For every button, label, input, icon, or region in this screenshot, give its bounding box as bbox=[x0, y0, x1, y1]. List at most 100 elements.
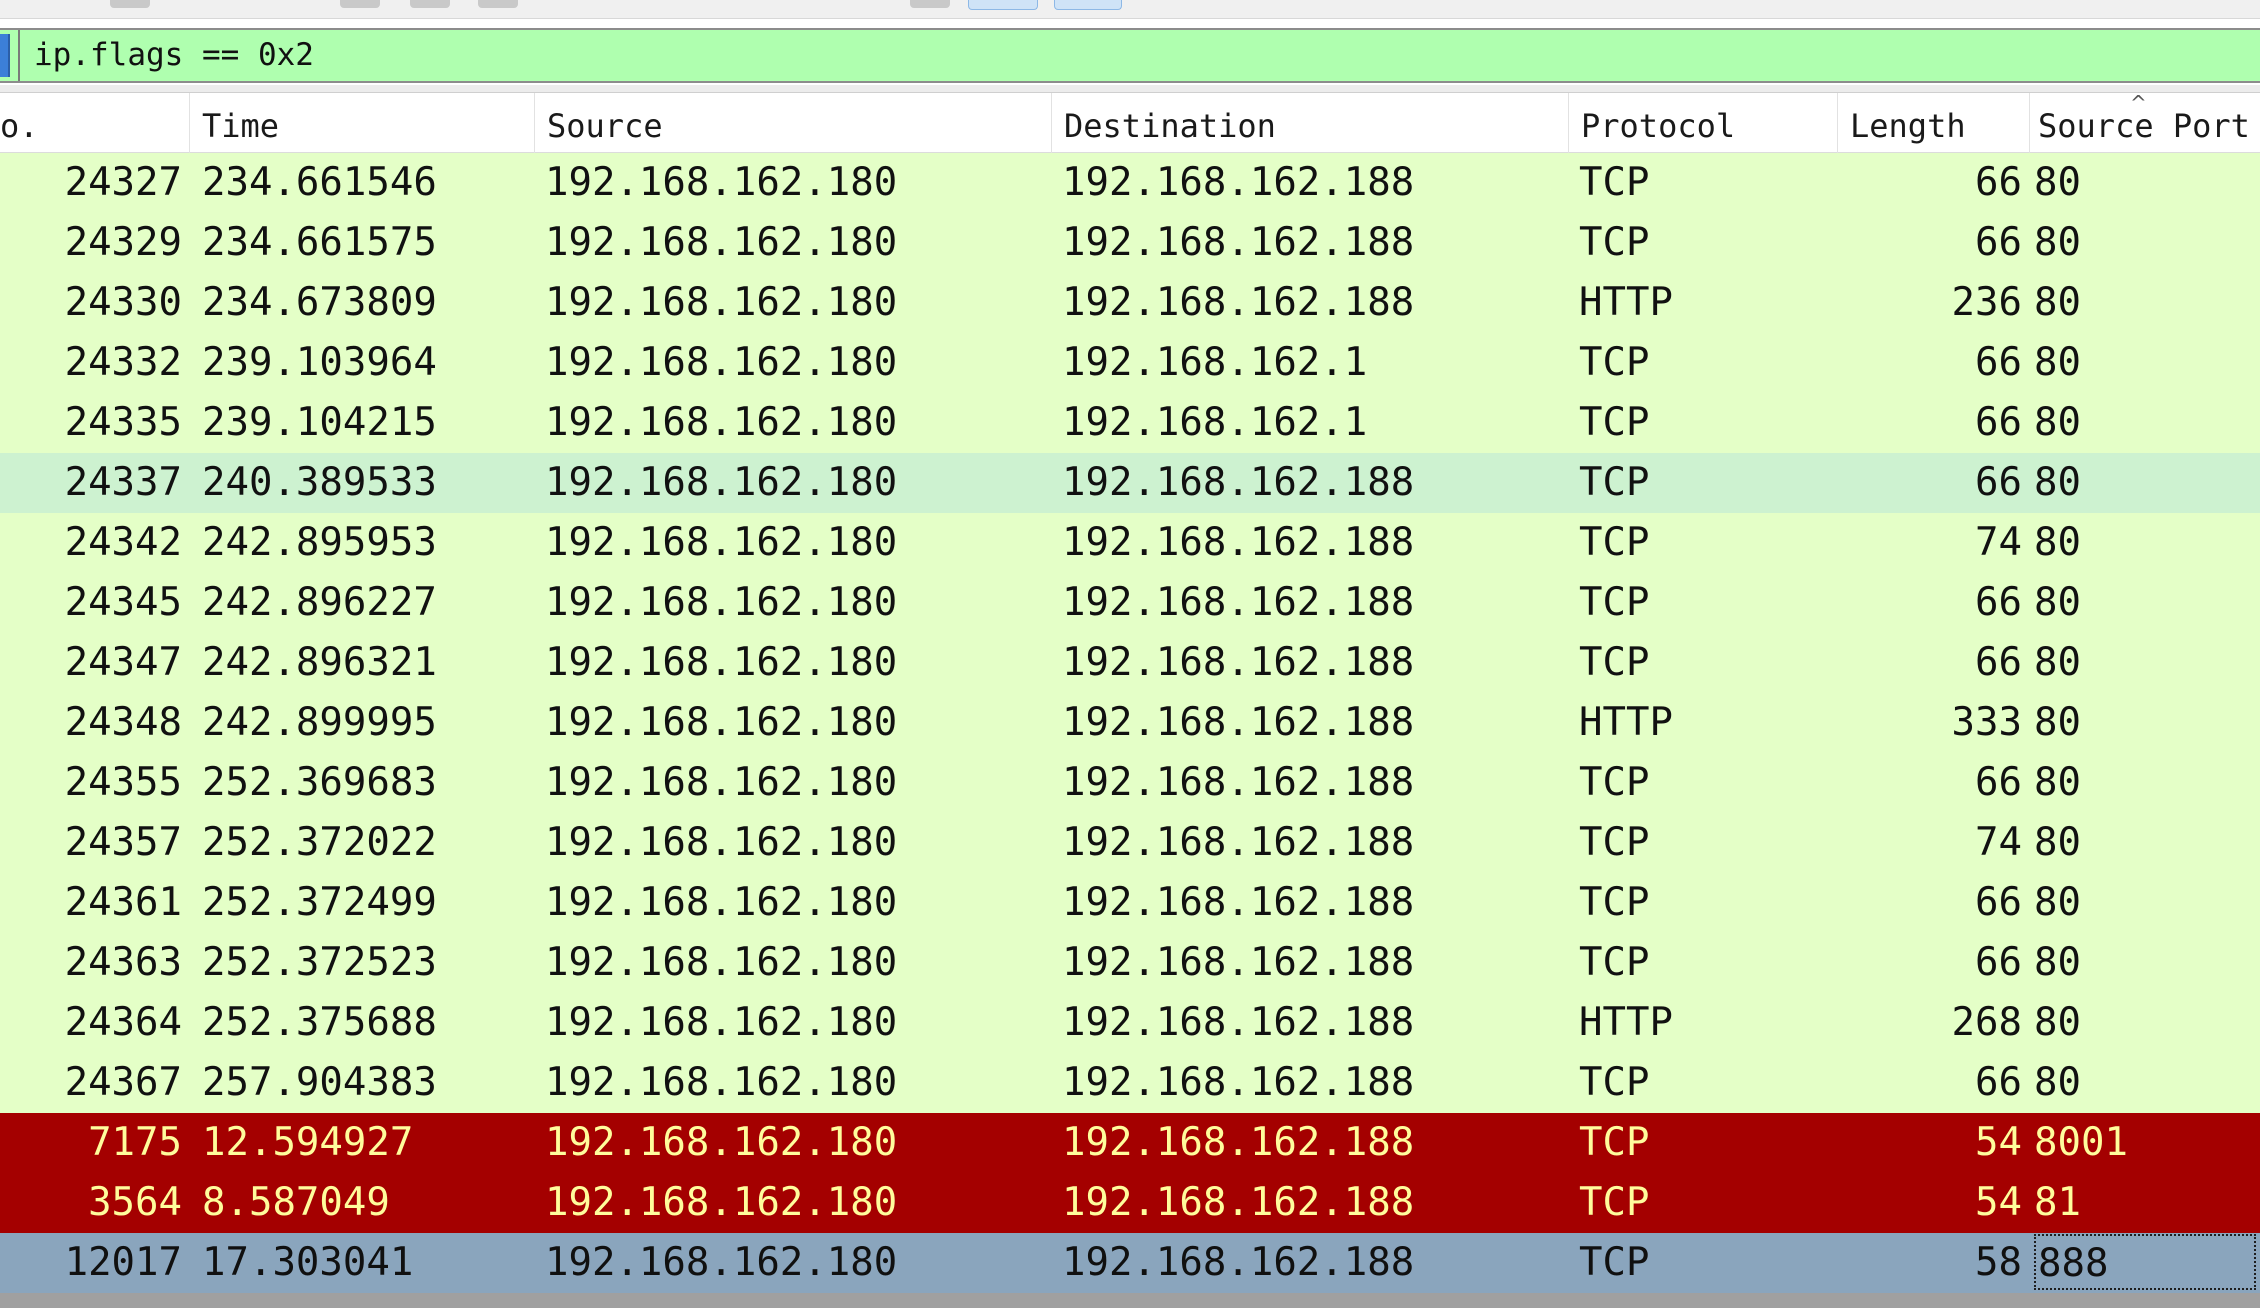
packet-time: 242.899995 bbox=[202, 700, 437, 745]
packet-length: 66 bbox=[1975, 760, 2022, 805]
packet-number: 24355 bbox=[64, 760, 182, 805]
packet-source-port: 80 bbox=[2034, 880, 2081, 925]
packet-list: 24327 234.661546 192.168.162.180 192.168.16… bbox=[0, 153, 2260, 1308]
toolbar-button-active[interactable] bbox=[1054, 0, 1122, 10]
packet-number: 24347 bbox=[64, 640, 182, 685]
packet-destination: 192.168.162.188 bbox=[1062, 580, 1415, 625]
packet-time: 239.104215 bbox=[202, 400, 437, 445]
packet-protocol: TCP bbox=[1579, 640, 1650, 685]
column-header-protocol[interactable]: Protocol bbox=[1569, 93, 1838, 153]
packet-protocol: TCP bbox=[1579, 460, 1650, 505]
column-header-source[interactable]: Source bbox=[535, 93, 1052, 153]
packet-row[interactable]: 12017 17.303041 192.168.162.180 192.168.162… bbox=[0, 1233, 2260, 1293]
packet-protocol: TCP bbox=[1579, 1240, 1650, 1285]
packet-length: 66 bbox=[1975, 580, 2022, 625]
packet-source-port: 8001 bbox=[2034, 1120, 2128, 1165]
toolbar-button[interactable] bbox=[910, 0, 950, 8]
wireshark-window: o. Time Source Destination Protocol Leng… bbox=[0, 0, 2260, 1308]
packet-source: 192.168.162.180 bbox=[545, 820, 898, 865]
packet-time: 242.895953 bbox=[202, 520, 437, 565]
pane-splitter[interactable] bbox=[0, 85, 2260, 93]
packet-row[interactable]: 24335 239.104215 192.168.162.180 192.168.16… bbox=[0, 393, 2260, 453]
packet-protocol: TCP bbox=[1579, 340, 1650, 385]
toolbar-button[interactable] bbox=[478, 0, 518, 8]
packet-row[interactable]: 24347 242.896321 192.168.162.180 192.168.16… bbox=[0, 633, 2260, 693]
packet-destination: 192.168.162.188 bbox=[1062, 220, 1415, 265]
packet-time: 242.896321 bbox=[202, 640, 437, 685]
packet-number: 24367 bbox=[64, 1060, 182, 1105]
packet-row[interactable]: 24367 257.904383 192.168.162.180 192.168.16… bbox=[0, 1053, 2260, 1113]
packet-row[interactable]: 24361 252.372499 192.168.162.180 192.168.16… bbox=[0, 873, 2260, 933]
packet-row[interactable]: 24345 242.896227 192.168.162.180 192.168.16… bbox=[0, 573, 2260, 633]
packet-protocol: TCP bbox=[1579, 580, 1650, 625]
packet-protocol: TCP bbox=[1579, 940, 1650, 985]
packet-time: 252.369683 bbox=[202, 760, 437, 805]
column-header-length[interactable]: Length bbox=[1838, 93, 2030, 153]
bookmark-icon[interactable] bbox=[0, 34, 10, 77]
packet-time: 252.372499 bbox=[202, 880, 437, 925]
packet-source-port: 80 bbox=[2034, 1000, 2081, 1045]
packet-row[interactable]: 24348 242.899995 192.168.162.180 192.168.16… bbox=[0, 693, 2260, 753]
packet-time: 234.661546 bbox=[202, 160, 437, 205]
packet-source-port: 80 bbox=[2034, 640, 2081, 685]
packet-row[interactable]: 24364 252.375688 192.168.162.180 192.168.16… bbox=[0, 993, 2260, 1053]
packet-protocol: TCP bbox=[1579, 820, 1650, 865]
packet-destination: 192.168.162.188 bbox=[1062, 1060, 1415, 1105]
packet-source-port: 80 bbox=[2034, 820, 2081, 865]
packet-protocol: TCP bbox=[1579, 760, 1650, 805]
packet-source-port: 80 bbox=[2034, 160, 2081, 205]
packet-row[interactable]: 7175 12.594927 192.168.162.180 192.168.162.… bbox=[0, 1113, 2260, 1173]
packet-protocol: HTTP bbox=[1579, 700, 1673, 745]
packet-length: 66 bbox=[1975, 400, 2022, 445]
packet-length: 66 bbox=[1975, 220, 2022, 265]
packet-destination: 192.168.162.188 bbox=[1062, 940, 1415, 985]
packet-row[interactable]: 24357 252.372022 192.168.162.180 192.168.16… bbox=[0, 813, 2260, 873]
toolbar-button[interactable] bbox=[340, 0, 380, 8]
packet-source: 192.168.162.180 bbox=[545, 460, 898, 505]
packet-source: 192.168.162.180 bbox=[545, 280, 898, 325]
packet-row[interactable]: 24332 239.103964 192.168.162.180 192.168.16… bbox=[0, 333, 2260, 393]
packet-time: 242.896227 bbox=[202, 580, 437, 625]
packet-source-port: 80 bbox=[2034, 220, 2081, 265]
packet-row[interactable]: 24355 252.369683 192.168.162.180 192.168.16… bbox=[0, 753, 2260, 813]
toolbar-button[interactable] bbox=[110, 0, 150, 8]
packet-protocol: TCP bbox=[1579, 1120, 1650, 1165]
packet-length: 74 bbox=[1975, 820, 2022, 865]
display-filter-input[interactable] bbox=[20, 30, 2250, 81]
packet-row[interactable]: 24329 234.661575 192.168.162.180 192.168.16… bbox=[0, 213, 2260, 273]
sort-ascending-icon: ^ bbox=[2130, 91, 2147, 115]
toolbar-button-active[interactable] bbox=[968, 0, 1038, 10]
packet-row[interactable]: 24330 234.673809 192.168.162.180 192.168.16… bbox=[0, 273, 2260, 333]
packet-number: 24335 bbox=[64, 400, 182, 445]
packet-source-port: 80 bbox=[2034, 520, 2081, 565]
packet-row[interactable]: 24342 242.895953 192.168.162.180 192.168.16… bbox=[0, 513, 2260, 573]
packet-length: 74 bbox=[1975, 520, 2022, 565]
packet-row[interactable]: 3564 8.587049 192.168.162.180 192.168.162.1… bbox=[0, 1173, 2260, 1233]
packet-length: 58 bbox=[1975, 1240, 2022, 1285]
packet-destination: 192.168.162.188 bbox=[1062, 1120, 1415, 1165]
toolbar-button[interactable] bbox=[410, 0, 450, 8]
packet-length: 333 bbox=[1951, 700, 2022, 745]
packet-source: 192.168.162.180 bbox=[545, 1000, 898, 1045]
focused-cell[interactable]: 888 bbox=[2034, 1234, 2256, 1290]
packet-time: 239.103964 bbox=[202, 340, 437, 385]
column-header-time[interactable]: Time bbox=[190, 93, 535, 153]
column-header-no[interactable]: o. bbox=[0, 93, 190, 153]
packet-row[interactable]: 24363 252.372523 192.168.162.180 192.168.16… bbox=[0, 933, 2260, 993]
packet-destination: 192.168.162.188 bbox=[1062, 640, 1415, 685]
column-header-destination[interactable]: Destination bbox=[1052, 93, 1569, 153]
packet-row[interactable]: 24327 234.661546 192.168.162.180 192.168.16… bbox=[0, 153, 2260, 213]
packet-time: 240.389533 bbox=[202, 460, 437, 505]
packet-row[interactable]: 24337 240.389533 192.168.162.180 192.168.16… bbox=[0, 453, 2260, 513]
packet-row-partial[interactable] bbox=[0, 1293, 2260, 1308]
packet-protocol: HTTP bbox=[1579, 280, 1673, 325]
packet-number: 24345 bbox=[64, 580, 182, 625]
packet-destination: 192.168.162.188 bbox=[1062, 820, 1415, 865]
packet-number: 24327 bbox=[64, 160, 182, 205]
packet-source-port: 80 bbox=[2034, 400, 2081, 445]
packet-destination: 192.168.162.1 bbox=[1062, 340, 1368, 385]
packet-source-port: 81 bbox=[2034, 1180, 2081, 1225]
packet-number: 12017 bbox=[64, 1240, 182, 1285]
packet-protocol: TCP bbox=[1579, 1060, 1650, 1105]
packet-destination: 192.168.162.188 bbox=[1062, 1000, 1415, 1045]
